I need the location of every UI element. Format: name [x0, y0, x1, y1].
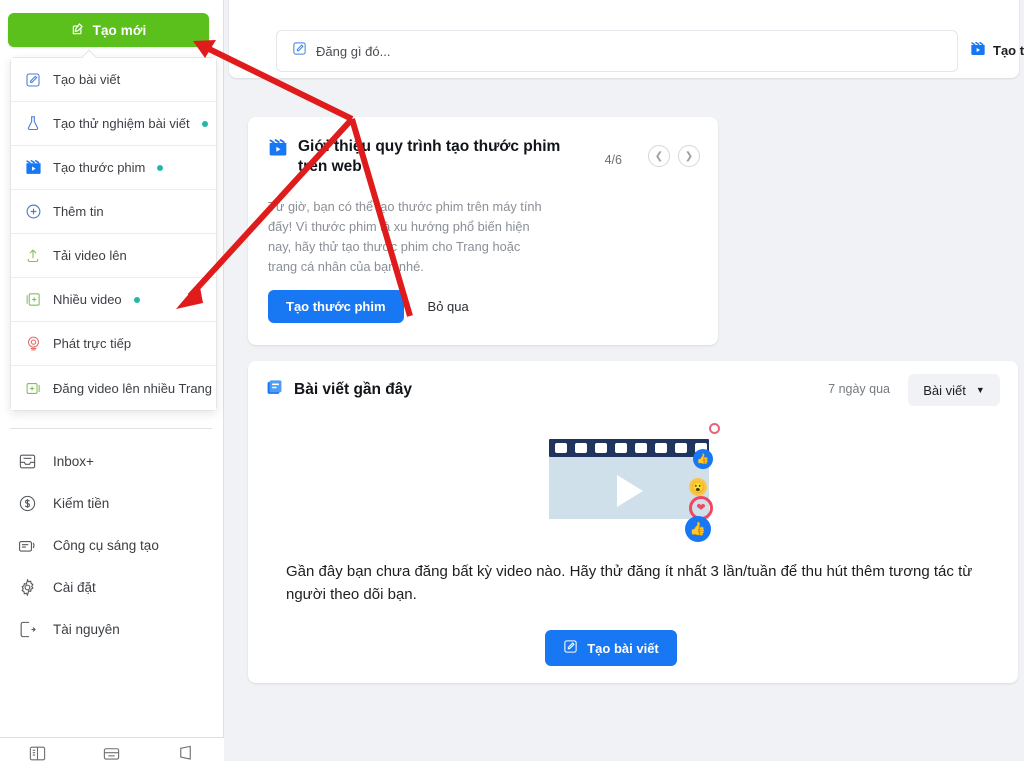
- sidebar-bottom-bar: [0, 737, 224, 761]
- menu-item-label: Nhiều video: [53, 292, 122, 307]
- menu-item-label: Tạo bài viết: [53, 72, 121, 87]
- menu-item-label: Đăng video lên nhiều Trang: [53, 380, 213, 396]
- video-reactions-illustration: 👍 😮 ❤ 👍: [545, 423, 735, 542]
- menu-item-tao-bai-viet[interactable]: Tạo bài viết: [11, 58, 216, 102]
- new-badge-dot: [157, 164, 164, 171]
- wow-icon: 😮: [689, 478, 707, 496]
- cross-post-icon: [23, 380, 43, 397]
- composer-placeholder: Đăng gì đó...: [316, 43, 391, 59]
- upload-icon: [23, 247, 43, 264]
- create-new-button[interactable]: Tạo mới: [8, 13, 209, 47]
- left-sidebar: Tạo mới Tạo bài viết Tạo thử nghiệm bài …: [0, 0, 224, 761]
- create-post-button[interactable]: Tạo bài viết: [545, 630, 677, 666]
- compose-icon: [563, 639, 578, 657]
- main-content: Đăng gì đó... Tạo t Giới thiệu quy trình…: [224, 0, 1024, 761]
- inbox-icon: [17, 451, 37, 471]
- reels-icon: [268, 138, 288, 163]
- create-reel-button[interactable]: Tạo t: [970, 41, 1024, 60]
- menu-item-nhieu-video[interactable]: Nhiều video: [11, 278, 216, 322]
- sidebar-item-label: Tài nguyên: [53, 621, 120, 637]
- notification-icon[interactable]: [148, 744, 222, 761]
- multi-video-icon: [23, 291, 43, 308]
- menu-item-label: Tạo thử nghiệm bài viết: [53, 116, 190, 131]
- like-icon: 👍: [693, 449, 713, 469]
- promo-title: Giới thiệu quy trình tạo thước phim trên…: [298, 138, 561, 176]
- compose-icon: [71, 22, 85, 39]
- sidebar-item-label: Cài đặt: [53, 579, 96, 595]
- menu-item-phat-truc-tiep[interactable]: Phát trực tiếp: [11, 322, 216, 366]
- post-type-filter-dropdown[interactable]: Bài viết ▼: [908, 374, 1000, 406]
- sidebar-item-cong-cu-sang-tao[interactable]: Công cụ sáng tạo: [0, 524, 224, 566]
- new-badge-dot: [201, 120, 208, 127]
- sidebar-item-label: Công cụ sáng tạo: [53, 537, 159, 553]
- menu-item-dang-video-len-nhieu-trang[interactable]: Đăng video lên nhiều Trang: [11, 366, 216, 410]
- compose-icon: [23, 72, 43, 88]
- film-graphic: [549, 439, 709, 523]
- promo-actions: Tạo thước phim Bỏ qua: [268, 290, 479, 323]
- create-new-label: Tạo mới: [92, 22, 147, 38]
- recent-posts-header: Bài viết gần đây 7 ngày qua Bài viết ▼: [248, 361, 1018, 419]
- promo-header: Giới thiệu quy trình tạo thước phim trên…: [268, 135, 698, 177]
- chevron-right-icon[interactable]: ❯: [678, 145, 700, 167]
- promo-body-text: Từ giờ, bạn có thể tạo thước phim trên m…: [268, 199, 542, 274]
- menu-item-label: Phát trực tiếp: [53, 336, 132, 351]
- gear-icon: [17, 577, 37, 597]
- creative-tools-icon: [17, 535, 37, 555]
- menu-item-tao-thu-nghiem-bai-viet[interactable]: Tạo thử nghiệm bài viết: [11, 102, 216, 146]
- sidebar-item-label: Kiếm tiền: [53, 495, 110, 511]
- sidebar-divider: [10, 428, 212, 429]
- chevron-down-icon: ▼: [975, 385, 985, 395]
- heart-outline-icon: [709, 423, 720, 434]
- posts-icon: [266, 378, 285, 402]
- create-post-label: Tạo bài viết: [587, 640, 659, 656]
- chevron-left-icon[interactable]: ❮: [648, 145, 670, 167]
- dollar-circle-icon: [17, 493, 37, 513]
- composer-input[interactable]: Đăng gì đó...: [276, 30, 958, 72]
- promo-cta-button[interactable]: Tạo thước phim: [268, 290, 404, 323]
- sidebar-item-cai-dat[interactable]: Cài đặt: [0, 566, 224, 608]
- empty-state-text: Gần đây bạn chưa đăng bất kỳ video nào. …: [286, 563, 973, 603]
- sidebar-item-kiem-tien[interactable]: Kiếm tiền: [0, 482, 224, 524]
- reels-icon: [23, 159, 43, 176]
- new-badge-dot: [133, 296, 140, 303]
- sidebar-nav: Inbox+ Kiếm tiền Công cụ sáng tạo Cài đặ…: [0, 440, 224, 650]
- resources-icon: [17, 619, 37, 639]
- news-feed-icon[interactable]: [74, 744, 148, 761]
- promo-skip-button[interactable]: Bỏ qua: [418, 290, 479, 323]
- compose-icon: [292, 41, 307, 61]
- reels-icon: [970, 41, 986, 60]
- menu-item-tai-video-len[interactable]: Tải video lên: [11, 234, 216, 278]
- flask-icon: [23, 115, 43, 132]
- plus-circle-icon: [23, 203, 43, 220]
- promo-counter: 4/6: [604, 153, 622, 167]
- composer-card: Đăng gì đó... Tạo t: [229, 0, 1024, 78]
- menu-item-tao-thuoc-phim[interactable]: Tạo thước phim: [11, 146, 216, 190]
- live-icon: [23, 335, 43, 352]
- menu-item-label: Tạo thước phim: [53, 160, 146, 175]
- page-root: Tạo mới Tạo bài viết Tạo thử nghiệm bài …: [0, 0, 1024, 761]
- menu-item-label: Thêm tin: [53, 204, 104, 219]
- pages-icon[interactable]: [0, 744, 74, 761]
- menu-item-them-tin[interactable]: Thêm tin: [11, 190, 216, 234]
- sidebar-item-label: Inbox+: [53, 453, 94, 469]
- like-large-icon: 👍: [685, 516, 711, 542]
- reels-promo-card: Giới thiệu quy trình tạo thước phim trên…: [248, 117, 718, 345]
- create-reel-label: Tạo t: [993, 43, 1024, 58]
- post-type-filter-label: Bài viết: [923, 382, 966, 398]
- recent-posts-card: Bài viết gần đây 7 ngày qua Bài viết ▼ 👍…: [248, 361, 1018, 683]
- sidebar-item-inbox[interactable]: Inbox+: [0, 440, 224, 482]
- date-range-label: 7 ngày qua: [828, 382, 890, 396]
- create-new-dropdown-menu: Tạo bài viết Tạo thử nghiệm bài viết Tạo…: [10, 49, 217, 411]
- menu-item-label: Tải video lên: [53, 248, 127, 263]
- sidebar-item-tai-nguyen[interactable]: Tài nguyên: [0, 608, 224, 650]
- play-icon: [617, 475, 643, 507]
- recent-posts-title: Bài viết gần đây: [294, 381, 413, 398]
- film-strip: [549, 439, 709, 457]
